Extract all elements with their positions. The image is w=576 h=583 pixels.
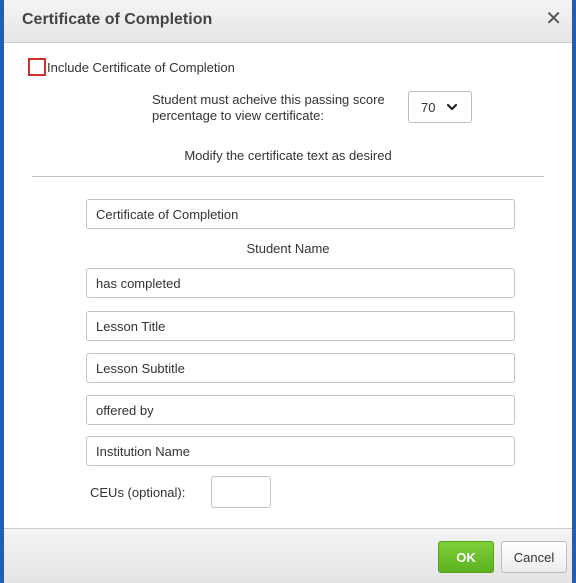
include-certificate-checkbox[interactable] <box>28 58 46 76</box>
institution-name-field[interactable] <box>86 436 515 466</box>
dialog-footer: OK Cancel <box>4 528 572 583</box>
dialog-titlebar: Certificate of Completion ✕ <box>4 0 572 43</box>
passing-score-value: 70 <box>421 100 436 115</box>
lesson-subtitle-field[interactable] <box>86 353 515 383</box>
certificate-title-field[interactable] <box>86 199 515 229</box>
has-completed-field[interactable] <box>86 268 515 298</box>
passing-score-select[interactable]: 70 <box>408 91 472 123</box>
ok-button[interactable]: OK <box>438 541 494 573</box>
ceus-label: CEUs (optional): <box>90 485 186 500</box>
chevron-down-icon <box>446 103 458 111</box>
certificate-dialog: Certificate of Completion ✕ Include Cert… <box>0 0 576 583</box>
dialog-title: Certificate of Completion <box>22 11 213 28</box>
student-name-label: Student Name <box>246 241 330 256</box>
divider <box>32 176 544 177</box>
lesson-title-field[interactable] <box>86 311 515 341</box>
passing-score-label: Student must acheive this passing score … <box>152 92 385 123</box>
cancel-button[interactable]: Cancel <box>501 541 567 573</box>
close-icon[interactable]: ✕ <box>545 9 562 29</box>
ceus-input[interactable] <box>211 476 271 508</box>
modify-instructions: Modify the certificate text as desired <box>184 148 392 163</box>
offered-by-field[interactable] <box>86 395 515 425</box>
include-certificate-label: Include Certificate of Completion <box>47 60 235 75</box>
